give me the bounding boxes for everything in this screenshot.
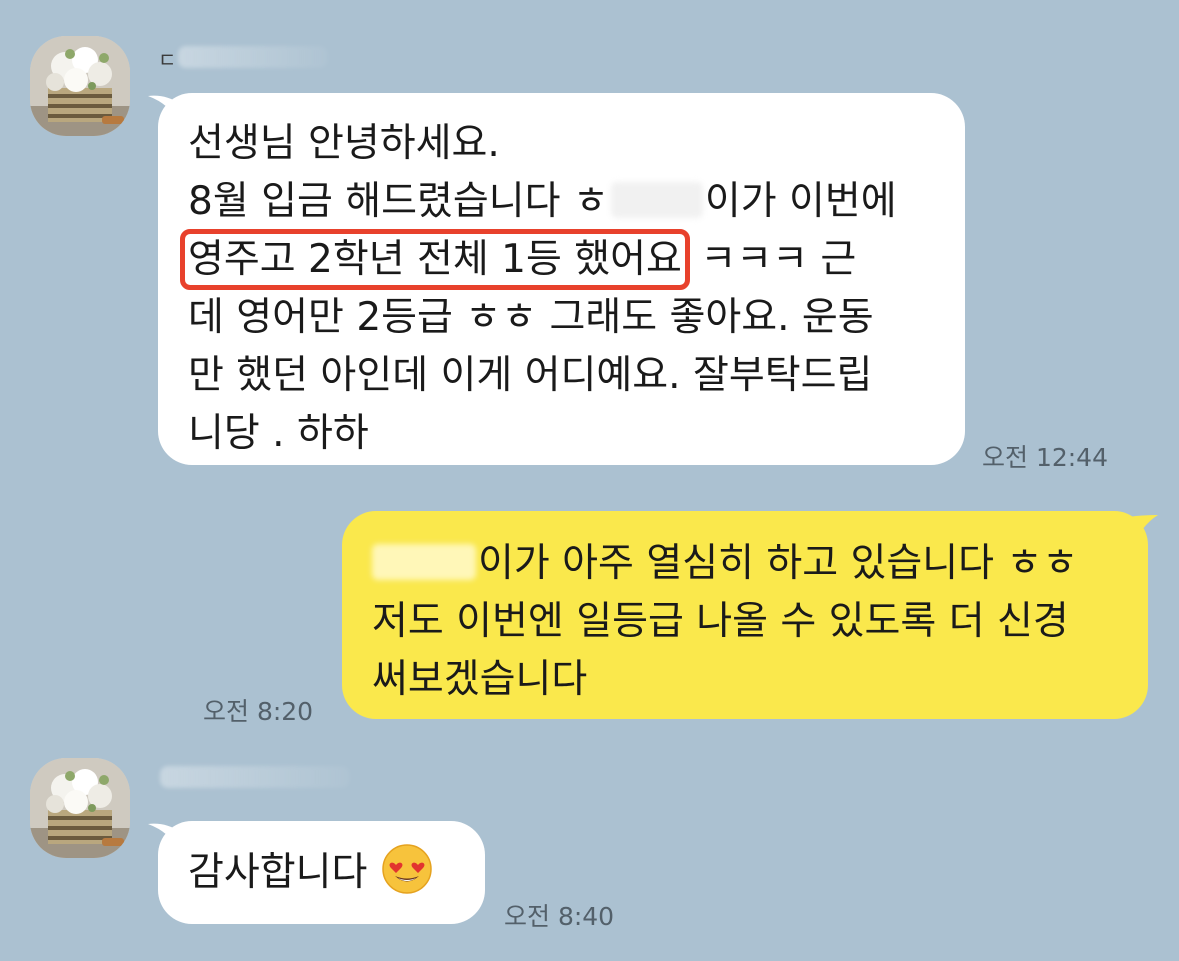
sender-avatar[interactable] — [30, 758, 130, 858]
sender-name-redacted — [178, 46, 328, 68]
message-text: ㅋㅋㅋ 근 — [700, 237, 857, 282]
message-line: 영주고 2학년 전체 1등 했어요 ㅋㅋㅋ 근 — [180, 229, 937, 290]
message-line: 감사합니다 — [188, 843, 457, 902]
message-text: 8월 입금 해드렸습니다 ㅎ — [188, 179, 609, 224]
message-timestamp: 오전 12:44 — [982, 443, 1108, 472]
message-bubble-sent[interactable]: 이가 아주 열심히 하고 있습니다 ㅎㅎ 저도 이번엔 일등급 나올 수 있도록… — [342, 511, 1148, 719]
sender-name-redacted — [160, 766, 350, 788]
message-text: 이가 이번에 — [704, 179, 897, 224]
message-timestamp: 오전 8:40 — [504, 902, 615, 931]
message-line: 데 영어만 2등급 ㅎㅎ 그래도 좋아요. 운동 — [188, 295, 874, 340]
redacted-name — [372, 544, 476, 580]
highlighted-text: 영주고 2학년 전체 1등 했어요 — [180, 229, 690, 290]
bubble-tail — [1128, 515, 1158, 545]
redacted-name — [610, 182, 703, 218]
message-timestamp: 오전 8:20 — [203, 697, 314, 726]
message-line: 선생님 안녕하세요. — [188, 121, 500, 166]
message-line: 이가 아주 열심히 하고 있습니다 ㅎㅎ — [372, 535, 1124, 593]
message-line: 써보겠습니다 — [372, 657, 588, 702]
message-bubble-received[interactable]: 감사합니다 — [158, 821, 485, 924]
message-text: 감사합니다 — [188, 850, 368, 895]
sender-avatar[interactable] — [30, 36, 130, 136]
message-line: 8월 입금 해드렸습니다 ㅎ 이가 이번에 — [188, 173, 937, 231]
message-bubble-received[interactable]: 선생님 안녕하세요. 8월 입금 해드렸습니다 ㅎ 이가 이번에 영주고 2학년 … — [158, 93, 965, 465]
sender-name-fragment: ㄷ — [158, 48, 177, 72]
message-text: 이가 아주 열심히 하고 있습니다 ㅎㅎ — [478, 541, 1079, 586]
message-line: 만 했던 아인데 이게 어디예요. 잘부탁드립 — [188, 353, 873, 398]
message-line: 니당 . 하하 — [188, 411, 369, 456]
heart-eyes-emoji-icon — [382, 844, 433, 894]
message-line: 저도 이번엔 일등급 나올 수 있도록 더 신경 — [372, 599, 1069, 644]
